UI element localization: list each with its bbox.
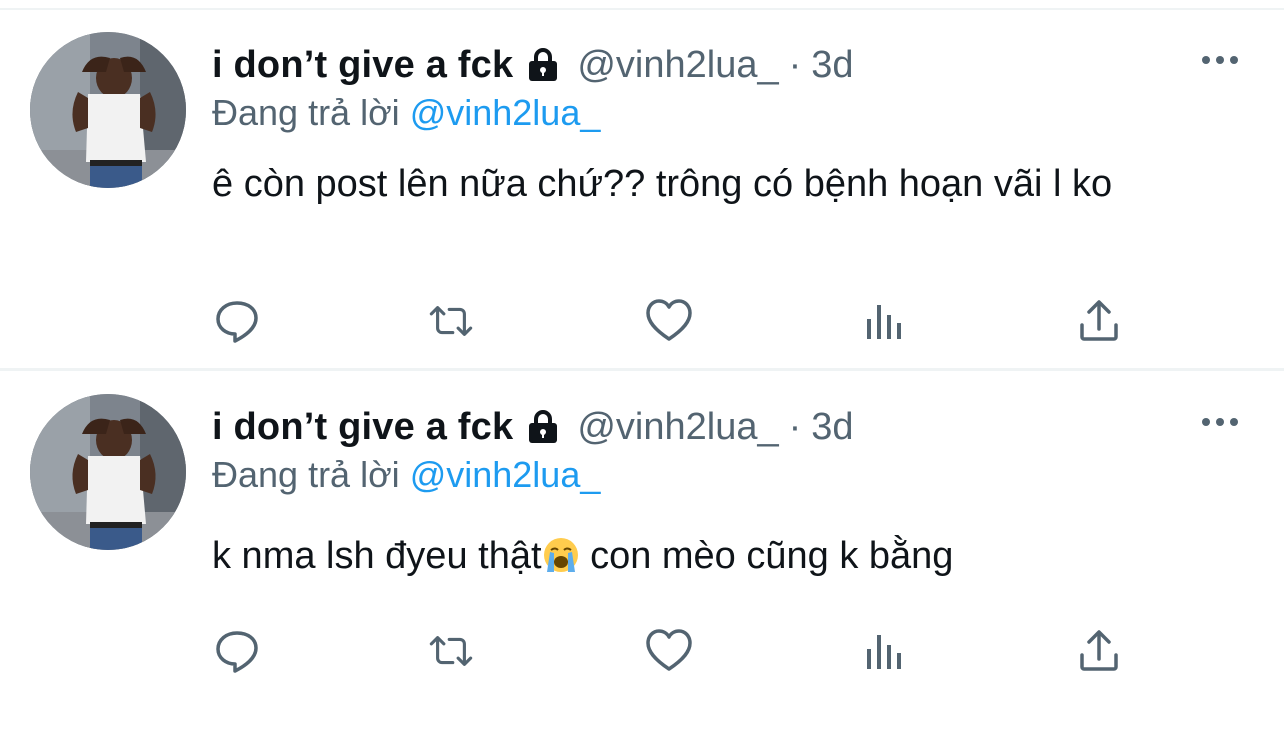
lock-icon bbox=[529, 48, 558, 81]
like-button[interactable] bbox=[644, 296, 694, 346]
avatar[interactable] bbox=[30, 32, 186, 188]
replying-to: Đang trả lời @vinh2lua_ bbox=[212, 454, 600, 496]
heart-icon bbox=[646, 629, 692, 671]
views-chart-icon bbox=[867, 635, 901, 669]
retweet-button[interactable] bbox=[426, 296, 476, 346]
more-horizontal-icon[interactable] bbox=[1200, 412, 1240, 432]
lock-icon bbox=[529, 410, 558, 443]
reply-icon bbox=[216, 301, 258, 343]
tweet-actions bbox=[212, 626, 1132, 676]
timestamp[interactable]: 3d bbox=[811, 44, 853, 87]
handle[interactable]: @vinh2lua_ bbox=[577, 44, 778, 87]
tweet-divider bbox=[0, 368, 1284, 371]
tweet[interactable]: i don’t give a fck @vinh2lua_ · 3d Đang … bbox=[0, 10, 1284, 370]
replying-to: Đang trả lời @vinh2lua_ bbox=[212, 92, 600, 134]
share-button[interactable] bbox=[1074, 296, 1124, 346]
views-chart-icon bbox=[867, 305, 901, 339]
share-icon bbox=[1080, 630, 1118, 671]
tweet-text-part: con mèo cũng k bằng bbox=[579, 535, 954, 577]
like-button[interactable] bbox=[644, 626, 694, 676]
tweet-text: ê còn post lên nữa chứ?? trông có bệnh h… bbox=[212, 163, 1113, 205]
more-horizontal-icon[interactable] bbox=[1200, 50, 1240, 70]
share-button[interactable] bbox=[1074, 626, 1124, 676]
separator-dot: · bbox=[788, 405, 802, 448]
views-button[interactable] bbox=[860, 626, 910, 676]
tweet[interactable]: i don’t give a fck @vinh2lua_ · 3d Đang … bbox=[0, 372, 1284, 732]
handle[interactable]: @vinh2lua_ bbox=[577, 406, 778, 449]
retweet-icon bbox=[429, 636, 473, 666]
tweet-text: k nma lsh đyeu thật con mèo cũng k bằng bbox=[212, 530, 1212, 582]
avatar-image bbox=[30, 32, 186, 188]
timestamp[interactable]: 3d bbox=[811, 406, 853, 449]
share-icon bbox=[1080, 300, 1118, 341]
reply-button[interactable] bbox=[212, 626, 262, 676]
reply-mention-link[interactable]: @vinh2lua_ bbox=[410, 454, 601, 495]
views-button[interactable] bbox=[860, 296, 910, 346]
display-name[interactable]: i don’t give a fck bbox=[212, 406, 513, 449]
retweet-icon bbox=[429, 306, 473, 336]
tweet-actions bbox=[212, 296, 1132, 346]
display-name[interactable]: i don’t give a fck bbox=[212, 44, 513, 87]
reply-button[interactable] bbox=[212, 296, 262, 346]
reply-icon bbox=[216, 631, 258, 673]
retweet-button[interactable] bbox=[426, 626, 476, 676]
avatar[interactable] bbox=[30, 394, 186, 550]
reply-prefix: Đang trả lời bbox=[212, 454, 400, 495]
reply-prefix: Đang trả lời bbox=[212, 92, 400, 133]
reply-mention-link[interactable]: @vinh2lua_ bbox=[410, 92, 601, 133]
heart-icon bbox=[646, 299, 692, 341]
separator-dot: · bbox=[788, 43, 802, 86]
tweet-text-part: k nma lsh đyeu thật bbox=[212, 535, 542, 577]
avatar-image bbox=[30, 394, 186, 550]
tweet-header: i don’t give a fck @vinh2lua_ · 3d bbox=[212, 40, 854, 90]
loudly-crying-face-icon bbox=[543, 538, 578, 572]
tweet-header: i don’t give a fck @vinh2lua_ · 3d bbox=[212, 402, 854, 452]
top-divider bbox=[0, 0, 1284, 10]
